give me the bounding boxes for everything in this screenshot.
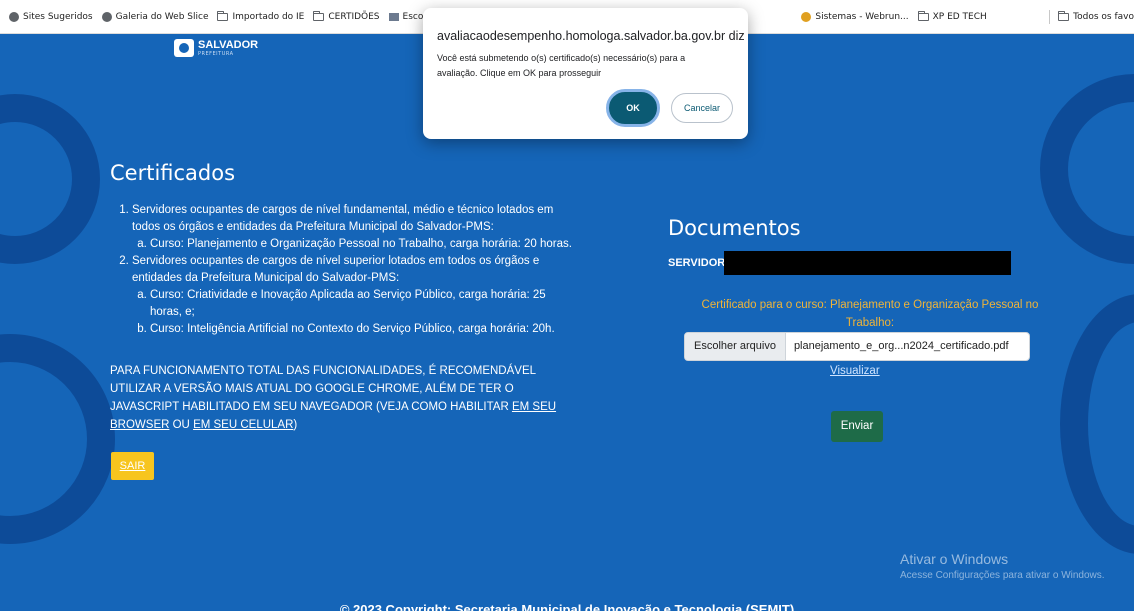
selected-file-name: planejamento_e_org...n2024_certificado.p… xyxy=(793,340,1009,352)
notice-close: ) xyxy=(293,419,298,431)
folder-icon xyxy=(313,10,325,21)
documentos-title: Documentos xyxy=(668,216,801,240)
logo-subtitle: PREFEITURA xyxy=(198,50,234,57)
background-decoration xyxy=(0,334,115,544)
bookmark-label: XP ED TECH xyxy=(932,11,987,22)
globe-icon xyxy=(9,11,19,22)
notice-or: OU xyxy=(169,419,194,431)
servidor-label: SERVIDOR: xyxy=(668,257,729,269)
list-item-text: Servidores ocupantes de cargos de nível … xyxy=(132,255,540,284)
certificados-list: Servidores ocupantes de cargos de nível … xyxy=(110,202,580,338)
notice-text: PARA FUNCIONAMENTO TOTAL DAS FUNCIONALID… xyxy=(110,365,536,413)
bookmark-label: Todos os favo xyxy=(1073,11,1134,22)
list-subitem: Curso: Inteligência Artificial no Contex… xyxy=(150,321,580,338)
certificados-title: Certificados xyxy=(110,161,236,185)
background-decoration xyxy=(0,94,100,264)
servidor-name-redacted xyxy=(724,251,1011,275)
city-crest-icon xyxy=(174,39,194,57)
windows-activation-title: Ativar o Windows xyxy=(900,551,1009,567)
folder-icon xyxy=(1058,10,1070,21)
background-decoration xyxy=(1060,294,1134,554)
footer-copyright: © 2023 Copyright: Secretaria Municipal d… xyxy=(339,602,795,611)
dialog-title: avaliacaodesempenho.homologa.salvador.ba… xyxy=(437,29,745,43)
bookmark-certidoes[interactable]: CERTIDÕES xyxy=(313,10,380,22)
bookmark-sites-sugeridos[interactable]: Sites Sugeridos xyxy=(9,11,93,22)
bookmark-importado-ie[interactable]: Importado do IE xyxy=(217,10,305,22)
globe-icon xyxy=(101,11,112,22)
dialog-message: Você está submetendo o(s) certificado(s)… xyxy=(437,53,686,78)
list-item: Servidores ocupantes de cargos de nível … xyxy=(132,253,580,338)
list-subitem: Curso: Criatividade e Inovação Aplicada … xyxy=(150,287,580,321)
list-item: Servidores ocupantes de cargos de nível … xyxy=(132,202,580,253)
bookmark-label: Sistemas - Webrun... xyxy=(815,11,909,22)
bookmark-label: CERTIDÕES xyxy=(328,11,380,22)
browser-notice: PARA FUNCIONAMENTO TOTAL DAS FUNCIONALID… xyxy=(110,362,580,434)
bookmark-label: Sites Sugeridos xyxy=(23,11,93,22)
webrun-icon xyxy=(801,11,812,22)
cancel-button[interactable]: Cancelar xyxy=(671,93,733,123)
bookmark-galeria-web-slice[interactable]: Galeria do Web Slice xyxy=(101,11,209,22)
course-label: Certificado para o curso: Planejamento e… xyxy=(701,299,1039,329)
folder-icon xyxy=(917,10,929,21)
alert-dialog: avaliacaodesempenho.homologa.salvador.ba… xyxy=(423,8,748,139)
sair-button[interactable]: SAIR xyxy=(111,452,154,480)
bookmark-sistemas-webrun[interactable]: Sistemas - Webrun... xyxy=(801,11,909,22)
mobile-help-link[interactable]: EM SEU CELULAR xyxy=(193,419,293,431)
ok-button[interactable]: OK xyxy=(606,89,660,127)
bookmark-label: Galeria do Web Slice xyxy=(115,11,209,22)
folder-icon xyxy=(217,10,229,21)
bookmark-label: Importado do IE xyxy=(232,11,305,22)
visualizar-link[interactable]: Visualizar xyxy=(830,365,880,377)
site-icon xyxy=(388,12,399,21)
salvador-logo[interactable]: SALVADOR PREFEITURA xyxy=(174,39,258,57)
choose-file-button[interactable]: Escolher arquivo xyxy=(685,333,786,360)
bookmark-todos-favoritos[interactable]: Todos os favo xyxy=(1058,10,1134,22)
list-subitem: Curso: Planejamento e Organização Pessoa… xyxy=(150,236,580,253)
certificate-file-input[interactable]: Escolher arquivo planejamento_e_org...n2… xyxy=(684,332,1030,361)
bookmarks-divider xyxy=(1049,9,1051,24)
enviar-button[interactable]: Enviar xyxy=(831,411,883,442)
logo-title: SALVADOR xyxy=(198,38,259,51)
bookmark-xp-ed-tech[interactable]: XP ED TECH xyxy=(917,10,987,22)
windows-activation-subtitle: Acesse Configurações para ativar o Windo… xyxy=(900,570,1105,581)
background-decoration xyxy=(1040,74,1134,264)
list-item-text: Servidores ocupantes de cargos de nível … xyxy=(132,204,554,233)
